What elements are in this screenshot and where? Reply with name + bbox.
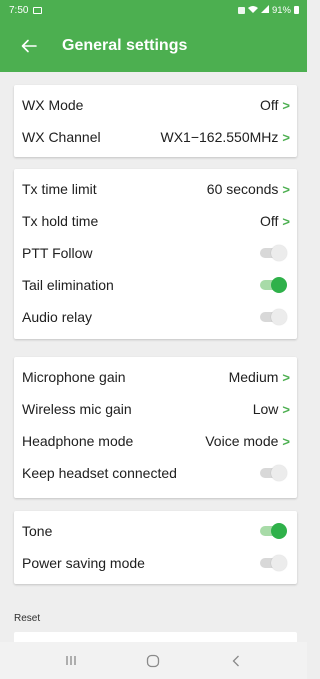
microphone-gain-value-text: Medium xyxy=(228,369,279,385)
headphone-mode-value-text: Voice mode xyxy=(205,433,279,449)
headphone-mode-value: Voice mode > xyxy=(205,433,290,449)
page-title: General settings xyxy=(62,37,188,54)
system-nav-bar xyxy=(0,642,307,679)
wx-channel-value: WX1−162.550MHz > xyxy=(161,129,291,145)
tx-hold-time-label: Tx hold time xyxy=(22,213,99,229)
signal-icon xyxy=(260,4,269,16)
wireless-mic-gain-value-text: Low xyxy=(252,401,279,417)
tx-hold-time-value: Off > xyxy=(260,213,290,229)
microphone-gain-value: Medium > xyxy=(229,369,290,385)
home-icon xyxy=(147,654,160,667)
keep-headset-connected-toggle[interactable] xyxy=(257,465,287,481)
status-time: 7:50 xyxy=(9,4,29,16)
tail-elimination-toggle[interactable] xyxy=(257,277,287,293)
wx-channel-label: WX Channel xyxy=(22,129,101,145)
microphone-gain-label: Microphone gain xyxy=(22,369,126,385)
tx-time-limit-label: Tx time limit xyxy=(22,181,97,197)
headphone-mode-row[interactable]: Headphone mode Voice mode > xyxy=(14,425,297,457)
tx-time-limit-row[interactable]: Tx time limit 60 seconds > xyxy=(14,173,297,205)
wx-channel-row[interactable]: WX Channel WX1−162.550MHz > xyxy=(14,121,297,153)
tx-time-limit-value: 60 seconds > xyxy=(207,181,290,197)
power-saving-mode-label: Power saving mode xyxy=(22,555,145,571)
arrow-left-icon xyxy=(21,39,37,53)
status-icons: 91% xyxy=(237,4,299,16)
wx-settings-card: WX Mode Off > WX Channel WX1−162.550MHz … xyxy=(14,85,297,157)
chevron-right-icon: > xyxy=(282,181,290,197)
keep-headset-connected-label: Keep headset connected xyxy=(22,465,177,481)
headphone-mode-label: Headphone mode xyxy=(22,433,134,449)
audio-relay-label: Audio relay xyxy=(22,309,93,325)
status-bar: 7:50 91% xyxy=(0,0,307,20)
tx-hold-time-value-text: Off xyxy=(259,213,279,229)
chevron-right-icon: > xyxy=(282,97,290,113)
keep-headset-connected-row: Keep headset connected xyxy=(14,457,297,489)
wireless-mic-gain-value: Low > xyxy=(253,401,290,417)
reset-button[interactable]: Reset xyxy=(14,613,40,624)
ptt-follow-row: PTT Follow xyxy=(14,237,297,269)
wx-channel-value-text: WX1−162.550MHz xyxy=(160,129,279,145)
audio-relay-row: Audio relay xyxy=(14,301,297,333)
notification-icon xyxy=(33,6,43,14)
tx-time-limit-value-text: 60 seconds xyxy=(206,181,279,197)
other-settings-card: Tone Power saving mode xyxy=(14,511,297,584)
power-saving-mode-row: Power saving mode xyxy=(14,547,297,579)
wx-mode-value-text: Off xyxy=(259,97,279,113)
wx-mode-label: WX Mode xyxy=(22,97,84,113)
tx-hold-time-row[interactable]: Tx hold time Off > xyxy=(14,205,297,237)
home-button[interactable] xyxy=(133,646,173,676)
tx-settings-card: Tx time limit 60 seconds > Tx hold time … xyxy=(14,169,297,339)
battery-icon xyxy=(294,6,299,14)
tone-toggle[interactable] xyxy=(257,523,287,539)
wifi-icon xyxy=(247,5,258,16)
chevron-right-icon: > xyxy=(282,129,290,145)
reset-card xyxy=(14,632,297,642)
wx-mode-row[interactable]: WX Mode Off > xyxy=(14,89,297,121)
power-saving-mode-toggle[interactable] xyxy=(257,555,287,571)
microphone-gain-row[interactable]: Microphone gain Medium > xyxy=(14,361,297,393)
tail-elimination-label: Tail elimination xyxy=(22,277,114,293)
recent-apps-button[interactable] xyxy=(51,646,91,676)
tone-row: Tone xyxy=(14,515,297,547)
chevron-right-icon: > xyxy=(282,213,290,229)
tone-label: Tone xyxy=(22,523,53,539)
tail-elimination-row: Tail elimination xyxy=(14,269,297,301)
audio-settings-card: Microphone gain Medium > Wireless mic ga… xyxy=(14,357,297,498)
battery-percent: 91% xyxy=(271,4,291,16)
ptt-follow-label: PTT Follow xyxy=(22,245,93,261)
mute-icon xyxy=(237,6,245,14)
wireless-mic-gain-row[interactable]: Wireless mic gain Low > xyxy=(14,393,297,425)
chevron-right-icon: > xyxy=(282,433,290,449)
chevron-right-icon: > xyxy=(282,369,290,385)
recent-apps-icon xyxy=(66,656,76,665)
wx-mode-value: Off > xyxy=(260,97,290,113)
chevron-left-icon xyxy=(232,655,239,666)
audio-relay-toggle[interactable] xyxy=(257,309,287,325)
back-button[interactable] xyxy=(9,26,49,66)
chevron-right-icon: > xyxy=(282,401,290,417)
wireless-mic-gain-label: Wireless mic gain xyxy=(22,401,132,417)
ptt-follow-toggle[interactable] xyxy=(257,245,287,261)
app-bar: General settings xyxy=(0,20,307,72)
back-nav-button[interactable] xyxy=(216,646,256,676)
